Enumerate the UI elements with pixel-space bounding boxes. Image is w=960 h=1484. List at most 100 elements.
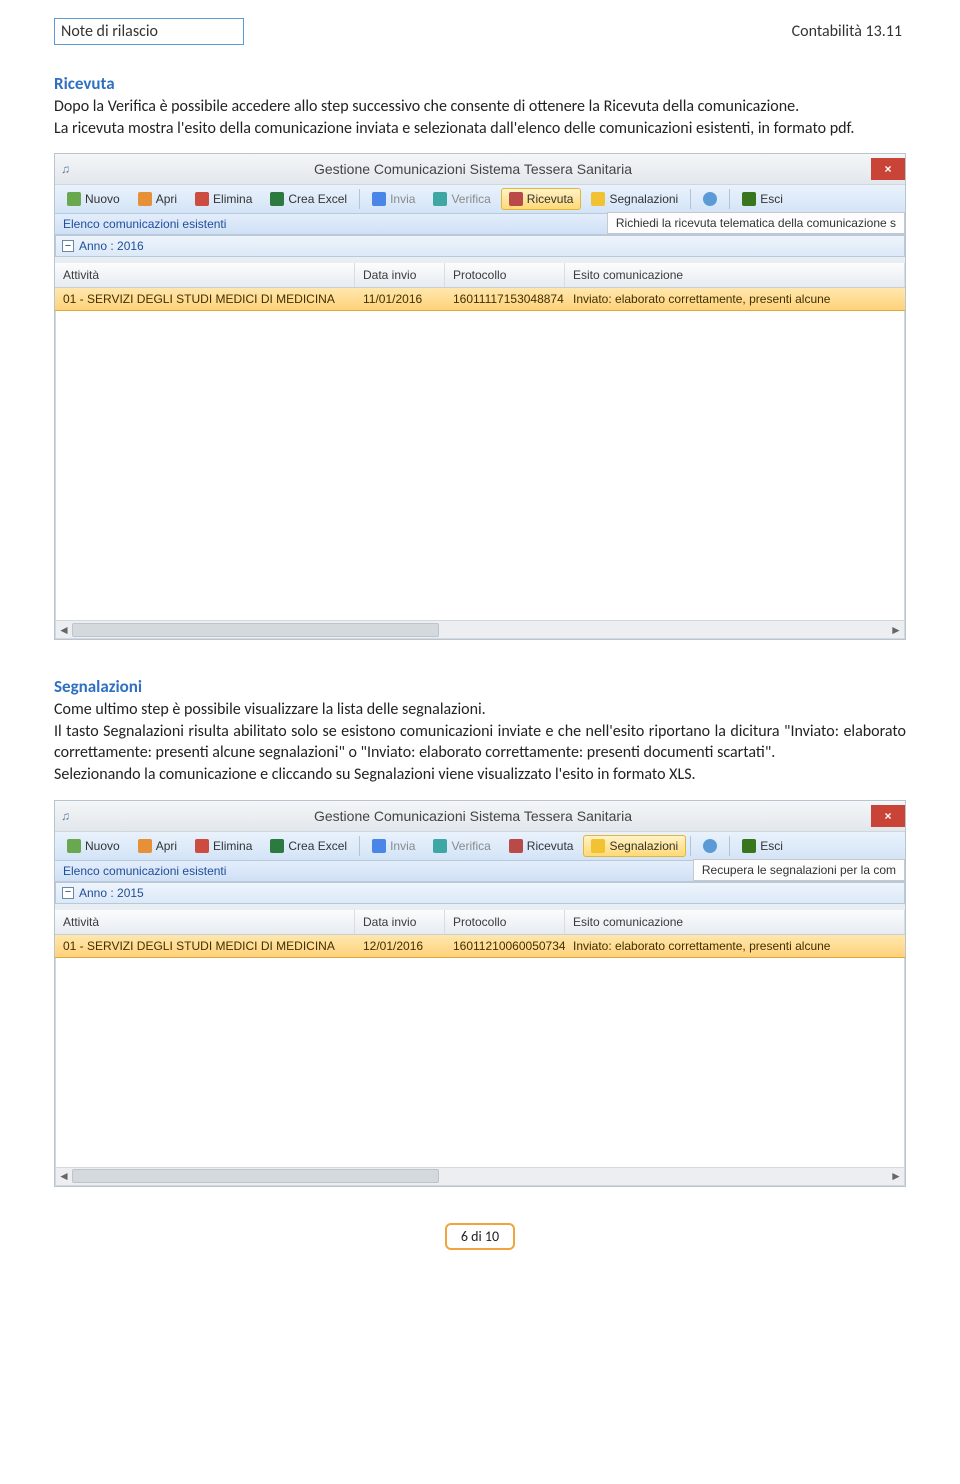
col-protocollo[interactable]: Protocollo [445,263,565,287]
titlebar: ♫ Gestione Comunicazioni Sistema Tessera… [55,801,905,832]
send-icon [372,839,386,853]
separator [690,836,691,856]
ricevuta-button[interactable]: Ricevuta [501,188,582,210]
grid-header: Attività Data invio Protocollo Esito com… [55,910,905,935]
label: Nuovo [85,192,120,206]
grid-empty [55,311,905,621]
verifica-button[interactable]: Verifica [425,835,498,857]
invia-button[interactable]: Invia [364,835,423,857]
scroll-left-icon[interactable]: ◄ [56,622,72,638]
cell-esito: Inviato: elaborato correttamente, presen… [565,288,905,310]
app-window: ♫ Gestione Comunicazioni Sistema Tessera… [54,800,906,1187]
text: Il tasto Segnalazioni risulta abilitato … [54,722,906,763]
close-button[interactable]: × [871,158,905,180]
col-protocollo[interactable]: Protocollo [445,910,565,934]
label: Apri [156,192,177,206]
year-group[interactable]: − Anno : 2016 [55,235,905,257]
crea-excel-button[interactable]: Crea Excel [262,188,355,210]
cell-attivita: 01 - SERVIZI DEGLI STUDI MEDICI DI MEDIC… [55,935,355,957]
pdf-icon [509,839,523,853]
close-button[interactable]: × [871,805,905,827]
delete-icon [195,839,209,853]
esci-button[interactable]: Esci [734,835,791,857]
label: Invia [390,839,415,853]
open-icon [138,192,152,206]
plus-icon [67,839,81,853]
help-icon [703,192,717,206]
separator [729,189,730,209]
excel-icon [270,839,284,853]
col-attivita[interactable]: Attività [55,910,355,934]
collapse-icon[interactable]: − [62,240,74,252]
titlebar: ♫ Gestione Comunicazioni Sistema Tessera… [55,154,905,185]
year-group[interactable]: − Anno : 2015 [55,882,905,904]
segnalazioni-button[interactable]: Segnalazioni [583,835,686,857]
crea-excel-button[interactable]: Crea Excel [262,835,355,857]
excel-icon [270,192,284,206]
esci-button[interactable]: Esci [734,188,791,210]
invia-button[interactable]: Invia [364,188,423,210]
scroll-left-icon[interactable]: ◄ [56,1168,72,1184]
tooltip: Recupera le segnalazioni per la com [693,859,905,881]
help-button[interactable] [695,188,725,210]
scroll-track[interactable] [72,623,888,637]
text: Selezionando la comunicazione e cliccand… [54,765,696,784]
label: Segnalazioni [609,192,678,206]
scroll-right-icon[interactable]: ► [888,1168,904,1184]
table-row[interactable]: 01 - SERVIZI DEGLI STUDI MEDICI DI MEDIC… [55,935,905,958]
col-data-invio[interactable]: Data invio [355,263,445,287]
help-button[interactable] [695,835,725,857]
elimina-button[interactable]: Elimina [187,835,260,857]
collapse-icon[interactable]: − [62,887,74,899]
col-esito[interactable]: Esito comunicazione [565,910,905,934]
separator [729,836,730,856]
separator [690,189,691,209]
cell-esito: Inviato: elaborato correttamente, presen… [565,935,905,957]
label: Verifica [451,192,490,206]
send-icon [372,192,386,206]
label: Ricevuta [527,839,574,853]
pdf-icon [509,192,523,206]
header-left: Note di rilascio [54,18,244,45]
label: Invia [390,192,415,206]
section-title-segnalazioni: Segnalazioni [54,676,906,697]
apri-button[interactable]: Apri [130,835,185,857]
label: Elimina [213,192,252,206]
plus-icon [67,192,81,206]
page-number: 6 di 10 [445,1223,515,1250]
scroll-thumb[interactable] [72,1169,439,1183]
segnalazioni-button[interactable]: Segnalazioni [583,188,686,210]
col-attivita[interactable]: Attività [55,263,355,287]
year-label: Anno : 2015 [79,886,144,900]
label: Verifica [451,839,490,853]
cell-protocollo: 16011117153048874 [445,288,565,310]
table-row[interactable]: 01 - SERVIZI DEGLI STUDI MEDICI DI MEDIC… [55,288,905,311]
scroll-thumb[interactable] [72,623,439,637]
grid-empty [55,958,905,1168]
col-esito[interactable]: Esito comunicazione [565,263,905,287]
label: Esci [760,192,783,206]
apri-button[interactable]: Apri [130,188,185,210]
body-paragraph: Dopo la Verifica è possibile accedere al… [54,96,906,139]
scrollbar[interactable]: ◄ ► [55,1168,905,1186]
label: Ricevuta [527,192,574,206]
verifica-button[interactable]: Verifica [425,188,498,210]
ricevuta-button[interactable]: Ricevuta [501,835,582,857]
text: Dopo la Verifica è possibile accedere al… [54,97,799,116]
nuovo-button[interactable]: Nuovo [59,188,128,210]
elimina-button[interactable]: Elimina [187,188,260,210]
app-icon: ♫ [61,809,75,823]
window-title: Gestione Comunicazioni Sistema Tessera S… [75,808,871,824]
nuovo-button[interactable]: Nuovo [59,835,128,857]
scrollbar[interactable]: ◄ ► [55,621,905,639]
scroll-track[interactable] [72,1169,888,1183]
col-data-invio[interactable]: Data invio [355,910,445,934]
scroll-right-icon[interactable]: ► [888,622,904,638]
delete-icon [195,192,209,206]
label: Esci [760,839,783,853]
toolbar: Nuovo Apri Elimina Crea Excel Invia Veri… [55,185,905,214]
separator [359,836,360,856]
text: Come ultimo step è possibile visualizzar… [54,700,486,719]
cell-attivita: 01 - SERVIZI DEGLI STUDI MEDICI DI MEDIC… [55,288,355,310]
toolbar: Nuovo Apri Elimina Crea Excel Invia Veri… [55,832,905,861]
